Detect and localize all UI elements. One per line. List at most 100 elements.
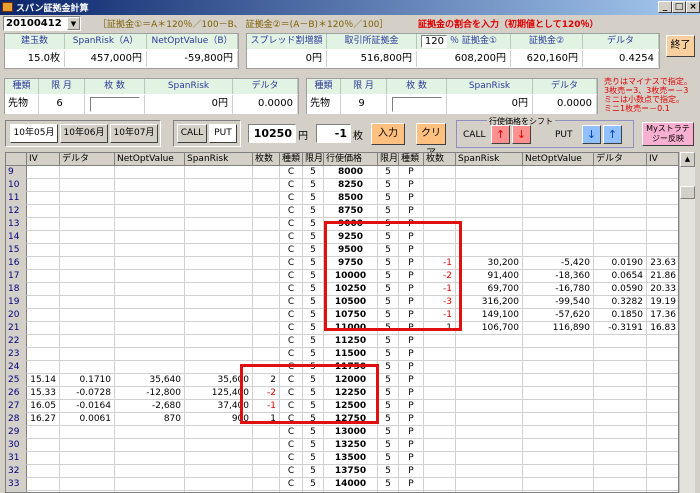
table-row[interactable]: 31 C 5 13500 5 P xyxy=(6,452,678,465)
table-cell[interactable] xyxy=(424,439,456,452)
table-row[interactable]: 29 C 5 13000 5 P xyxy=(6,426,678,439)
date-select[interactable]: 20100412 ▼ xyxy=(3,16,81,31)
table-cell xyxy=(456,465,523,478)
qty-input[interactable]: -1 xyxy=(316,124,351,143)
table-cell[interactable] xyxy=(424,361,456,374)
table-cell: 15.33 xyxy=(27,387,60,400)
table-row[interactable]: 11 C 5 8500 5 P xyxy=(6,192,678,205)
table-cell[interactable] xyxy=(253,231,280,244)
clear-button[interactable]: クリア xyxy=(416,123,446,159)
table-cell[interactable] xyxy=(253,322,280,335)
table-cell[interactable] xyxy=(424,387,456,400)
table-cell[interactable] xyxy=(253,439,280,452)
table-cell[interactable] xyxy=(424,452,456,465)
column-header-netoptvalue[interactable]: NetOptValue xyxy=(523,153,594,166)
table-cell[interactable] xyxy=(253,335,280,348)
month-button-jun[interactable]: 10年06月 xyxy=(60,124,108,143)
table-cell[interactable] xyxy=(424,465,456,478)
table-cell[interactable] xyxy=(424,374,456,387)
column-header-iv[interactable]: IV xyxy=(27,153,60,166)
put-button[interactable]: PUT xyxy=(209,124,237,143)
table-cell[interactable] xyxy=(424,205,456,218)
close-icon[interactable]: × xyxy=(686,1,700,13)
scroll-thumb[interactable] xyxy=(680,186,695,199)
table-cell[interactable] xyxy=(253,205,280,218)
column-header-type[interactable]: 種類 xyxy=(280,153,303,166)
note-line: 売りはマイナスで指定。 xyxy=(604,77,692,86)
table-cell[interactable] xyxy=(424,478,456,491)
column-header-delta[interactable]: デルタ xyxy=(60,153,115,166)
table-cell[interactable] xyxy=(253,452,280,465)
table-row[interactable]: 23 C 5 11500 5 P xyxy=(6,348,678,361)
table-cell[interactable] xyxy=(253,465,280,478)
column-header-month[interactable]: 限月 xyxy=(303,153,324,166)
table-cell[interactable] xyxy=(253,348,280,361)
table-cell[interactable] xyxy=(253,192,280,205)
enter-button[interactable]: 入力 xyxy=(371,123,405,145)
column-header-type[interactable]: 種類 xyxy=(399,153,424,166)
table-cell[interactable] xyxy=(253,179,280,192)
call-up-arrow-icon[interactable]: ↑ xyxy=(491,125,510,144)
table-cell: P xyxy=(399,426,424,439)
table-cell[interactable] xyxy=(424,166,456,179)
table-row[interactable]: 12 C 5 8750 5 P xyxy=(6,205,678,218)
table-cell[interactable] xyxy=(253,244,280,257)
column-header-qty[interactable]: 枚数 xyxy=(253,153,280,166)
column-header-month[interactable]: 限月 xyxy=(378,153,399,166)
table-row[interactable]: 30 C 5 13250 5 P xyxy=(6,439,678,452)
table-cell: 16.83 xyxy=(647,322,678,335)
futures-right-delta: 0.0000 xyxy=(533,95,597,114)
futures-right-qty-input[interactable] xyxy=(392,97,442,112)
column-header-strike[interactable]: 行使価格 xyxy=(324,153,378,166)
month-button-may[interactable]: 10年05月 xyxy=(10,124,58,143)
table-cell[interactable] xyxy=(253,426,280,439)
month-button-jul[interactable]: 10年07月 xyxy=(110,124,158,143)
column-header-spanrisk[interactable]: SpanRisk xyxy=(185,153,253,166)
put-up-arrow-icon[interactable]: ↑ xyxy=(603,125,622,144)
table-cell xyxy=(27,439,60,452)
call-button[interactable]: CALL xyxy=(177,124,207,143)
minimize-icon[interactable]: _ xyxy=(658,1,672,13)
table-cell xyxy=(60,257,115,270)
futures-left-qty-input[interactable] xyxy=(90,97,140,112)
put-down-arrow-icon[interactable]: ↓ xyxy=(582,125,601,144)
column-header-spanrisk[interactable]: SpanRisk xyxy=(456,153,523,166)
table-cell[interactable] xyxy=(424,348,456,361)
vertical-scrollbar[interactable]: ▲ xyxy=(679,152,695,493)
table-cell: -0.0164 xyxy=(60,400,115,413)
table-row[interactable]: 9 C 5 8000 5 P xyxy=(6,166,678,179)
delta-header: デルタ xyxy=(583,34,659,49)
table-cell[interactable] xyxy=(253,309,280,322)
table-cell[interactable] xyxy=(253,218,280,231)
column-header-iv[interactable]: IV xyxy=(647,153,678,166)
table-row[interactable]: 22 C 5 11250 5 P xyxy=(6,335,678,348)
table-row[interactable]: 33 C 5 14000 5 P xyxy=(6,478,678,491)
chevron-down-icon[interactable]: ▼ xyxy=(67,17,80,30)
table-row[interactable]: 32 C 5 13750 5 P xyxy=(6,465,678,478)
exit-button[interactable]: 終了 xyxy=(666,35,695,57)
title-bar[interactable]: スパン証拠金計算 _ □ × xyxy=(0,0,700,15)
table-cell[interactable] xyxy=(424,192,456,205)
table-cell[interactable] xyxy=(424,335,456,348)
table-cell[interactable] xyxy=(424,400,456,413)
table-cell[interactable] xyxy=(253,283,280,296)
table-cell[interactable] xyxy=(424,426,456,439)
strike-input[interactable]: 10250 xyxy=(248,124,296,143)
scroll-up-icon[interactable]: ▲ xyxy=(680,152,695,167)
column-header-qty[interactable]: 枚数 xyxy=(424,153,456,166)
mystrategy-button[interactable]: Myストラテジー反映 xyxy=(642,122,694,146)
table-cell[interactable] xyxy=(253,296,280,309)
futures-right-type: 先物 xyxy=(307,95,341,114)
column-header-netoptvalue[interactable]: NetOptValue xyxy=(115,153,185,166)
table-cell[interactable] xyxy=(253,478,280,491)
table-cell[interactable] xyxy=(424,179,456,192)
table-cell[interactable] xyxy=(253,257,280,270)
table-row[interactable]: 10 C 5 8250 5 P xyxy=(6,179,678,192)
table-cell[interactable] xyxy=(253,270,280,283)
maximize-icon[interactable]: □ xyxy=(672,1,686,13)
table-cell[interactable] xyxy=(253,166,280,179)
margin-ratio-input[interactable]: 120 xyxy=(421,35,447,48)
call-down-arrow-icon[interactable]: ↓ xyxy=(512,125,531,144)
table-cell[interactable] xyxy=(424,413,456,426)
column-header-delta[interactable]: デルタ xyxy=(594,153,647,166)
